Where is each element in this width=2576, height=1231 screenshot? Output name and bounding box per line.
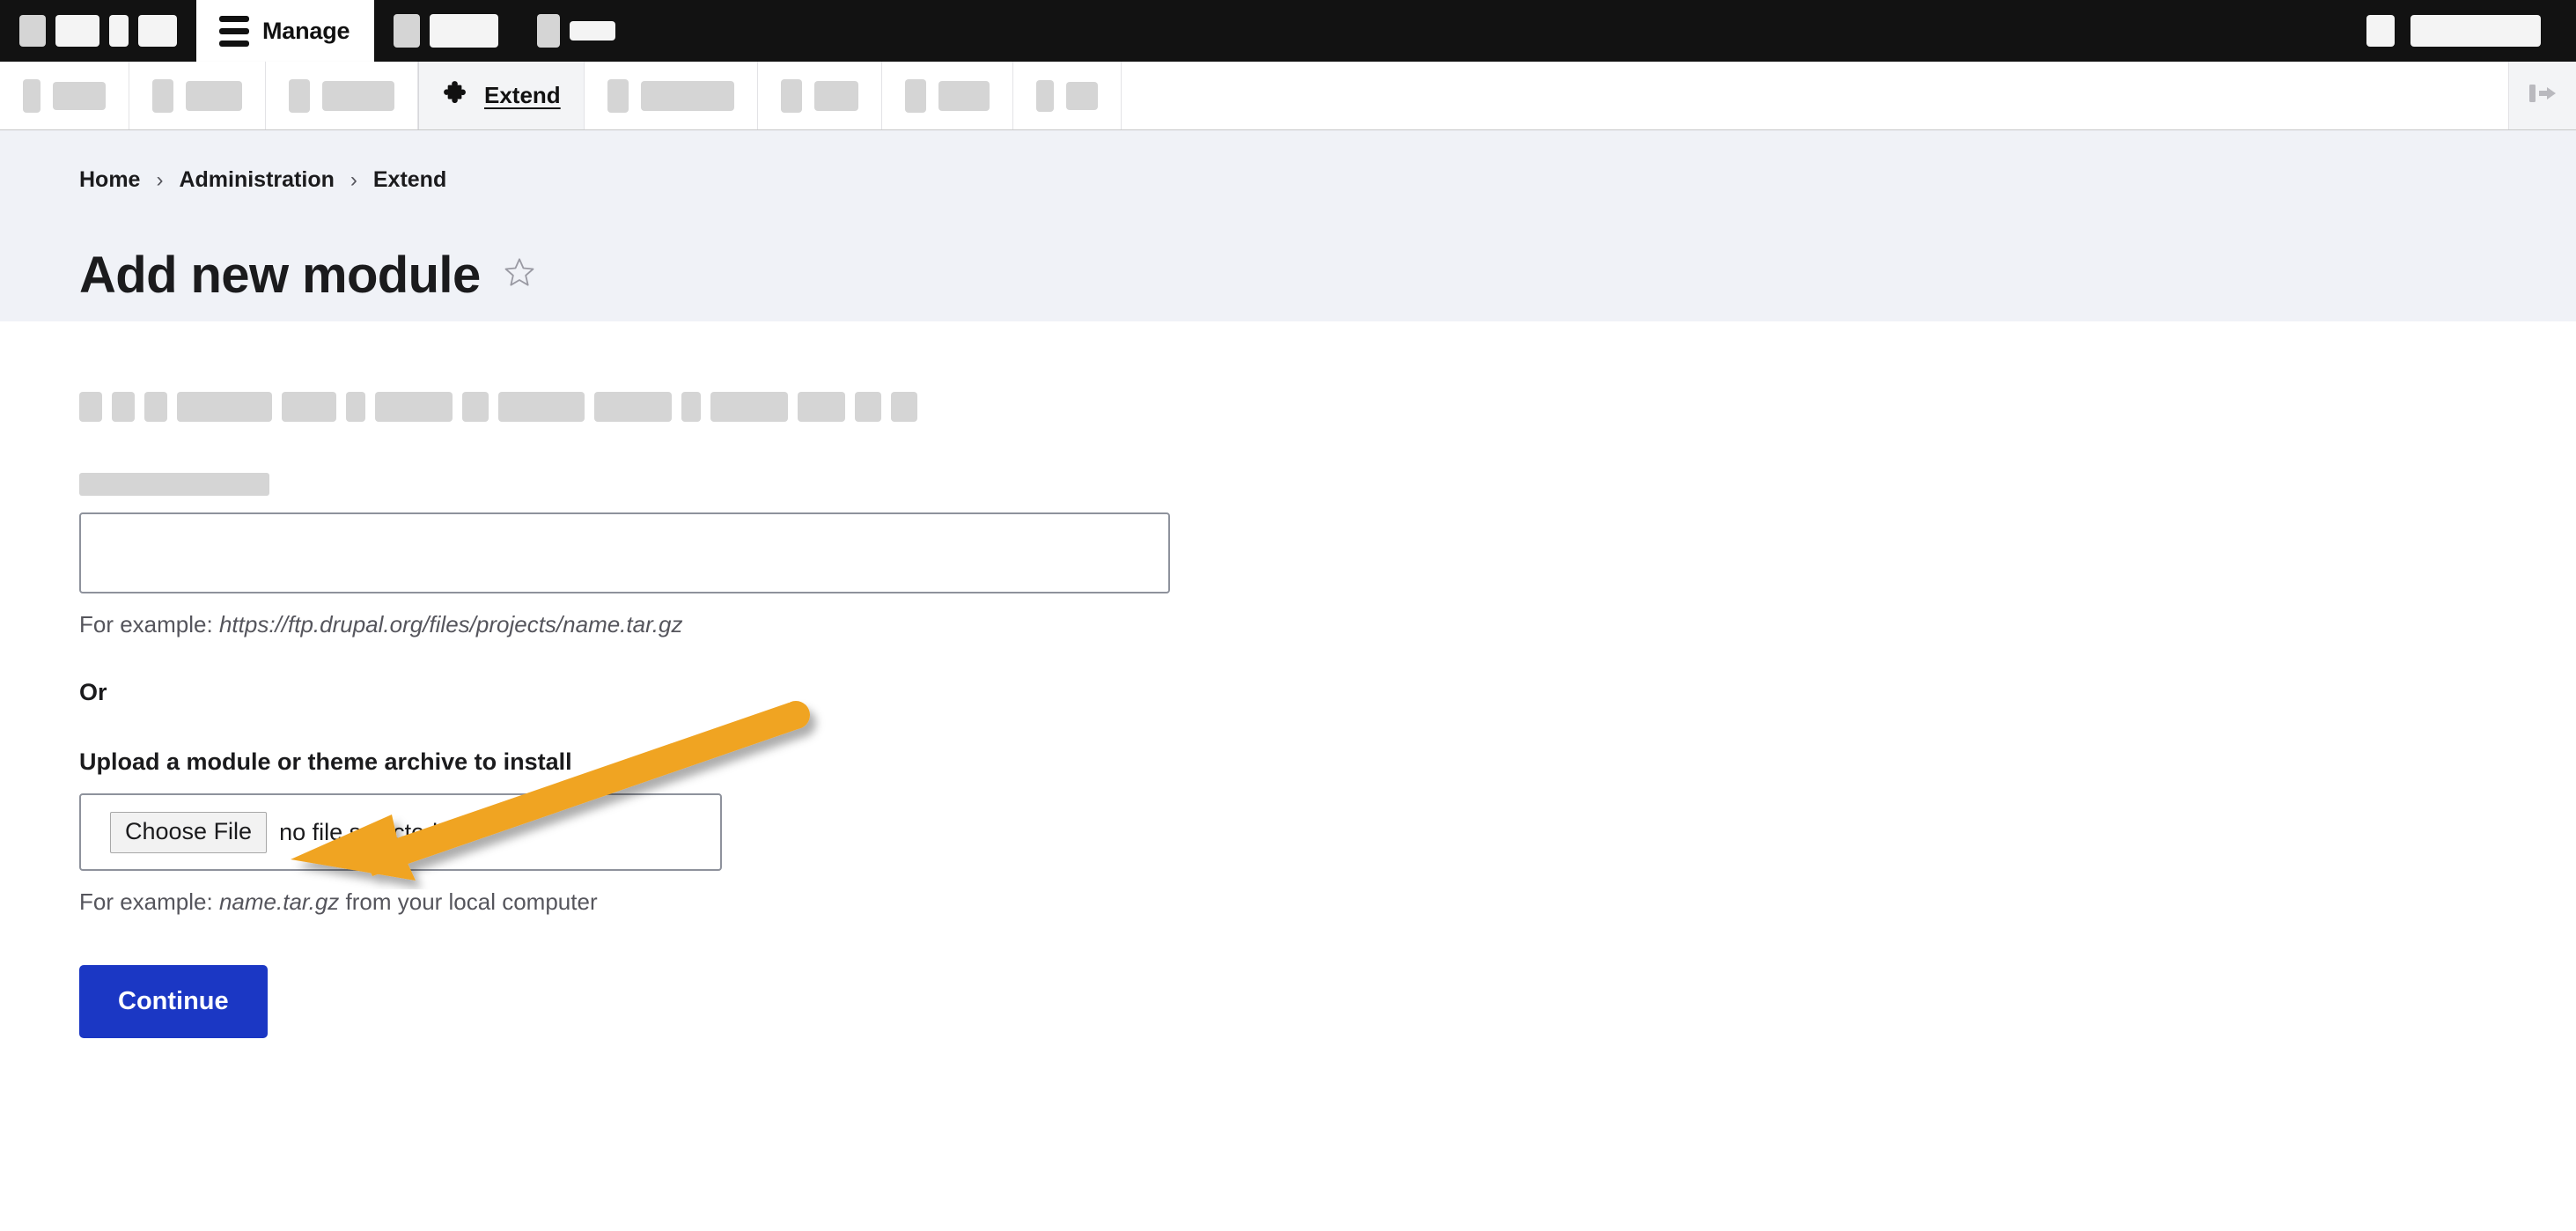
- upload-help-suffix: from your local computer: [339, 888, 598, 915]
- redacted-word: [177, 392, 272, 422]
- hamburger-icon: [219, 15, 249, 47]
- puzzle-piece-icon: [442, 78, 472, 113]
- choose-file-button[interactable]: Choose File: [110, 811, 268, 853]
- redacted-description-text: [79, 392, 2576, 422]
- url-help-prefix: For example:: [79, 611, 219, 638]
- redacted-word: [798, 392, 845, 422]
- toolbar-tray: Extend: [0, 62, 2576, 130]
- manage-label: Manage: [262, 17, 350, 44]
- tray-tab-redacted-4[interactable]: [584, 62, 758, 129]
- toolbar-orientation-toggle[interactable]: [2509, 62, 2576, 129]
- redacted-label: [938, 80, 990, 111]
- redacted-block: [430, 14, 499, 48]
- tray-tab-redacted-3[interactable]: [266, 62, 418, 129]
- tray-tab-redacted-6[interactable]: [881, 62, 1013, 129]
- redacted-word: [144, 392, 167, 422]
- redacted-block: [109, 15, 129, 47]
- collapse-sidebar-icon: [2526, 80, 2559, 111]
- redacted-word: [710, 392, 788, 422]
- breadcrumb-item-extend[interactable]: Extend: [373, 167, 446, 193]
- redacted-label: [640, 80, 734, 111]
- redacted-word: [594, 392, 672, 422]
- redacted-word: [346, 392, 365, 422]
- toolbar-right-group[interactable]: [2366, 0, 2576, 62]
- redacted-label: [53, 81, 106, 110]
- or-separator-label: Or: [79, 679, 107, 705]
- upload-help-example: name.tar.gz: [218, 888, 340, 915]
- page-header: Home › Administration › Extend Add new m…: [0, 130, 2576, 321]
- redacted-block: [394, 14, 421, 48]
- redacted-word: [112, 392, 135, 422]
- redacted-word: [79, 392, 102, 422]
- tray-tab-redacted-1[interactable]: [0, 62, 129, 129]
- redacted-block: [2410, 15, 2541, 47]
- continue-button[interactable]: Continue: [79, 965, 268, 1038]
- redacted-word: [891, 392, 917, 422]
- toolbar-left-group: Manage: [0, 0, 635, 62]
- redacted-block: [19, 15, 46, 47]
- redacted-block: [570, 21, 616, 41]
- tray-tab-redacted-7[interactable]: [1012, 62, 1122, 129]
- toolbar-redacted-items-mid2[interactable]: [518, 0, 635, 62]
- redacted-icon: [152, 78, 173, 113]
- manage-menu-button[interactable]: Manage: [196, 0, 375, 62]
- redacted-word: [375, 392, 453, 422]
- redacted-word: [462, 392, 489, 422]
- tray-spacer: [1122, 62, 2509, 129]
- file-selection-status: no file selected: [279, 818, 438, 845]
- file-upload-field[interactable]: Choose File no file selected: [79, 793, 722, 871]
- tray-tab-extend-label: Extend: [484, 82, 561, 108]
- redacted-word: [681, 392, 701, 422]
- install-from-url-input[interactable]: [79, 512, 1170, 593]
- breadcrumb: Home › Administration › Extend: [79, 167, 2576, 193]
- breadcrumb-item-administration[interactable]: Administration: [179, 167, 334, 193]
- redacted-icon: [23, 78, 40, 113]
- tray-tab-redacted-5[interactable]: [757, 62, 882, 129]
- admin-toolbar: Manage: [0, 0, 2576, 62]
- page-title: Add new module: [79, 246, 481, 304]
- redacted-word: [282, 392, 336, 422]
- star-outline-icon[interactable]: [502, 255, 537, 295]
- redacted-word: [498, 392, 585, 422]
- redacted-label: [1065, 81, 1098, 110]
- main-content: For example: https://ftp.drupal.org/file…: [0, 321, 2576, 1038]
- url-help-example: https://ftp.drupal.org/files/projects/na…: [218, 611, 683, 638]
- breadcrumb-item-home[interactable]: Home: [79, 167, 140, 193]
- tray-tab-extend[interactable]: Extend: [418, 62, 585, 129]
- chevron-right-icon: ›: [350, 167, 357, 192]
- tray-tab-redacted-2[interactable]: [129, 62, 266, 129]
- toolbar-redacted-items-left[interactable]: [0, 0, 196, 62]
- redacted-block: [2366, 15, 2395, 47]
- redacted-block: [138, 15, 177, 47]
- redacted-icon: [1035, 79, 1054, 112]
- redacted-block: [55, 15, 99, 47]
- url-field-help: For example: https://ftp.drupal.org/file…: [79, 611, 2576, 638]
- redacted-label: [322, 80, 394, 111]
- toolbar-redacted-items-mid[interactable]: [374, 0, 518, 62]
- redacted-block: [537, 14, 561, 48]
- url-field-label-redacted: [79, 473, 269, 496]
- redacted-icon: [780, 78, 802, 113]
- redacted-word: [855, 392, 881, 422]
- redacted-label: [813, 80, 858, 111]
- redacted-icon: [904, 78, 926, 113]
- upload-field-help: For example: name.tar.gz from your local…: [79, 888, 2576, 916]
- chevron-right-icon: ›: [156, 167, 164, 192]
- upload-help-prefix: For example:: [79, 888, 219, 915]
- upload-field-label: Upload a module or theme archive to inst…: [79, 748, 572, 775]
- redacted-label: [186, 80, 242, 111]
- redacted-icon: [607, 78, 629, 113]
- page-title-row: Add new module: [79, 216, 2576, 335]
- redacted-icon: [289, 78, 310, 113]
